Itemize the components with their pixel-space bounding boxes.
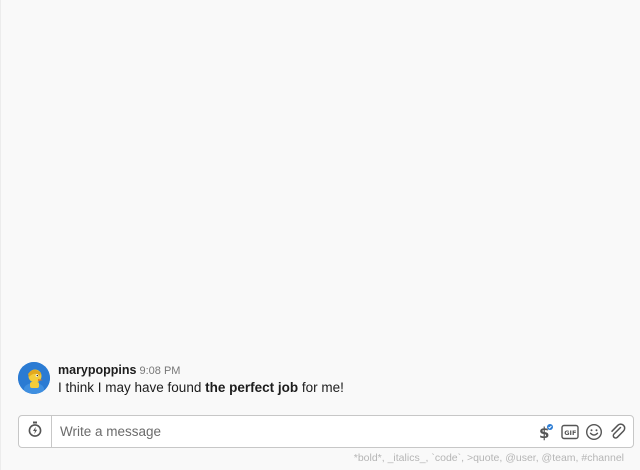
message-header: marypoppins 9:08 PM xyxy=(58,363,180,378)
payment-icon[interactable]: $ xyxy=(537,423,555,441)
message-composer: $ GIF xyxy=(18,415,634,448)
attachment-icon[interactable] xyxy=(609,422,627,441)
message-username[interactable]: marypoppins xyxy=(58,363,137,377)
composer-tools: $ GIF xyxy=(531,416,627,447)
message-text-end: for me! xyxy=(298,380,344,395)
chat-message: marypoppins 9:08 PM I think I may have fo… xyxy=(18,362,618,398)
commands-icon xyxy=(27,420,43,443)
commands-button[interactable] xyxy=(19,416,52,447)
message-timestamp: 9:08 PM xyxy=(139,365,181,377)
message-input[interactable] xyxy=(52,416,522,447)
formatting-hint: *bold*, _italics_, `code`, >quote, @user… xyxy=(353,452,624,464)
chat-pane: marypoppins 9:08 PM I think I may have fo… xyxy=(0,0,640,470)
emoji-icon[interactable] xyxy=(585,423,603,441)
gif-icon[interactable]: GIF xyxy=(561,423,579,441)
svg-text:GIF: GIF xyxy=(564,429,576,437)
message-text-bold: the perfect job xyxy=(205,380,299,395)
avatar[interactable] xyxy=(18,362,50,394)
message-text-start: I think I may have found xyxy=(58,380,206,395)
message-text: I think I may have found the perfect job… xyxy=(58,380,344,396)
